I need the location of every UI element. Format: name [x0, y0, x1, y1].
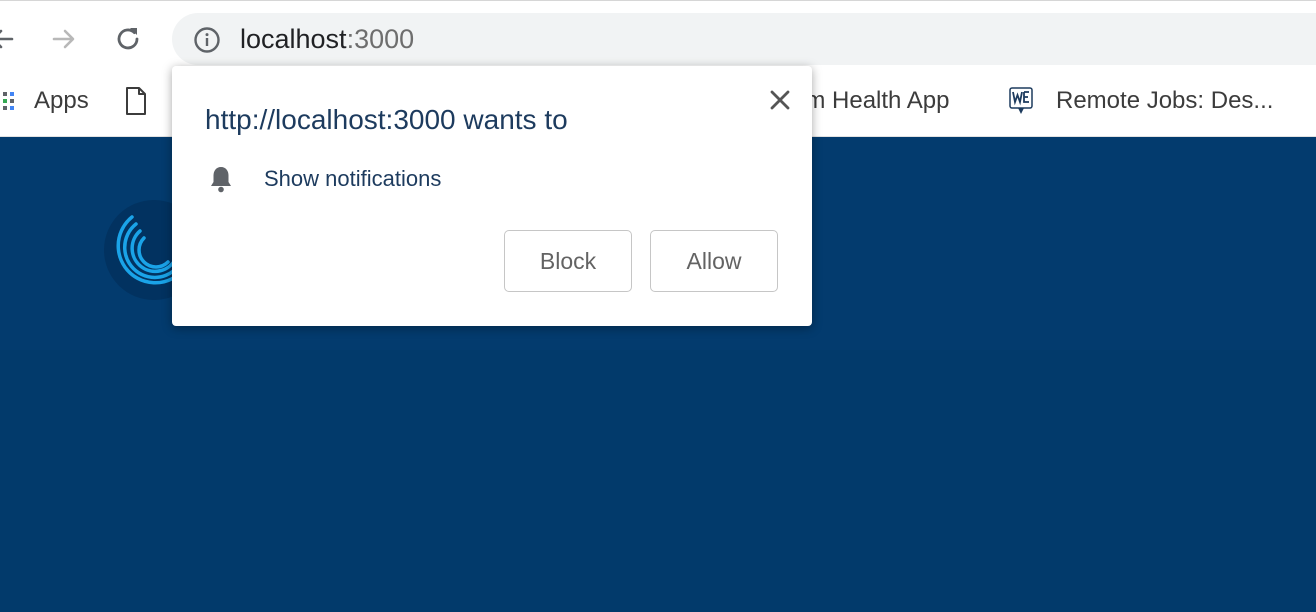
reload-button[interactable] [108, 19, 148, 59]
bookmark-health-label: em Health App [792, 87, 950, 114]
bookmark-apps[interactable]: Apps [0, 84, 89, 118]
url-host: localhost [240, 24, 347, 54]
bookmark-health-app[interactable]: em Health App [792, 84, 949, 118]
bookmark-remote-label: Remote Jobs: Des... [1056, 87, 1274, 114]
bookmark-document[interactable] [124, 84, 148, 118]
info-icon [194, 27, 220, 53]
we-logo-icon [1008, 86, 1034, 116]
apps-grid-icon [0, 92, 14, 110]
close-icon [770, 90, 790, 110]
forward-button[interactable] [44, 19, 84, 59]
back-button[interactable] [0, 19, 22, 59]
bell-icon [208, 164, 234, 194]
page-content [0, 350, 1316, 612]
block-button[interactable]: Block [504, 230, 632, 292]
browser-toolbar: localhost:3000 [0, 0, 1316, 70]
forward-arrow-icon [52, 29, 75, 49]
address-bar[interactable]: localhost:3000 [172, 13, 1316, 65]
url-text[interactable]: localhost:3000 [240, 24, 414, 54]
reload-icon [117, 28, 139, 50]
dialog-close-button[interactable] [764, 84, 796, 116]
permission-label: Show notifications [264, 166, 442, 191]
browser-window: localhost:3000 Apps em Health App Remote… [0, 0, 1316, 612]
back-arrow-icon [0, 29, 14, 49]
bookmark-apps-label: Apps [34, 87, 89, 114]
dialog-title: http://localhost:3000 wants to [205, 104, 568, 135]
allow-button[interactable]: Allow [650, 230, 778, 292]
url-port: :3000 [346, 24, 415, 54]
permission-row: Show notifications [208, 162, 441, 196]
notification-permission-dialog: http://localhost:3000 wants to Show noti… [172, 66, 812, 326]
document-icon [126, 87, 146, 115]
site-info-button[interactable] [192, 25, 222, 55]
bookmark-remote-jobs[interactable]: Remote Jobs: Des... [1008, 84, 1273, 118]
